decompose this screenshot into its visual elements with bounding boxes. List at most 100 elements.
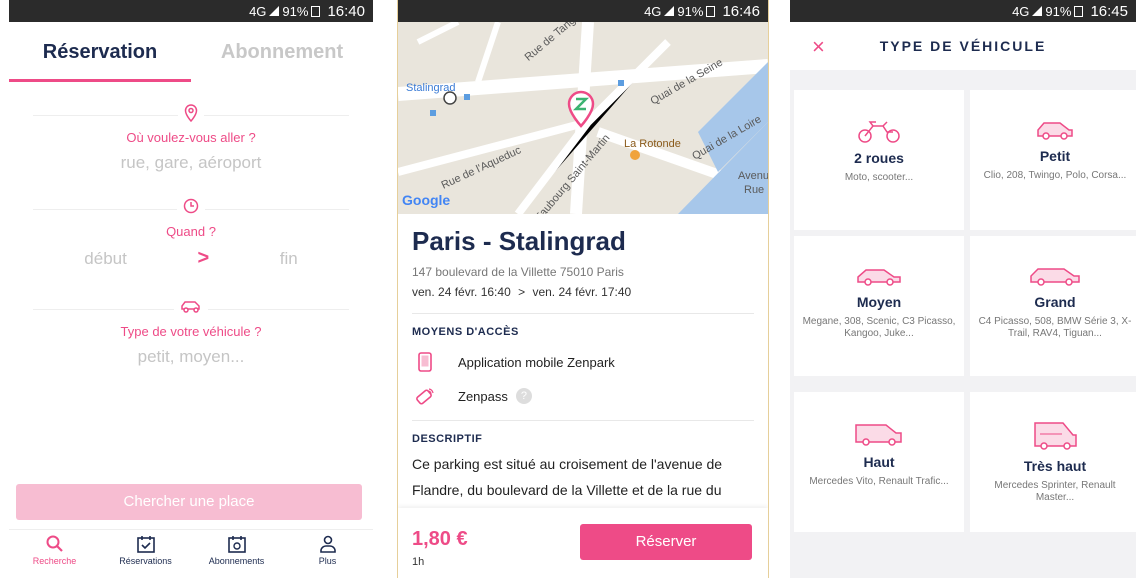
access-label: Application mobile Zenpark xyxy=(458,354,615,370)
chevron-right-icon: > xyxy=(518,285,526,299)
bottom-nav: Recherche Réservations Abonnements Plus xyxy=(9,529,373,578)
reserve-button[interactable]: Réserver xyxy=(580,524,752,560)
end-datetime: ven. 24 févr. 17:40 xyxy=(532,285,632,299)
search-screen: 4G 91% 16:40 Réservation Abonnement Où v… xyxy=(9,0,373,578)
clock: 16:46 xyxy=(722,2,760,20)
motorcycle-icon xyxy=(858,121,900,143)
battery-icon xyxy=(1074,5,1084,17)
clock: 16:40 xyxy=(327,2,365,20)
nav-reservations[interactable]: Réservations xyxy=(106,530,186,578)
google-logo: Google xyxy=(402,192,451,208)
booking-dates: ven. 24 févr. 16:40 > ven. 24 févr. 17:4… xyxy=(412,285,754,299)
vehicle-card-haut[interactable]: Haut Mercedes Vito, Renault Trafic... xyxy=(794,392,964,532)
map-label: Avenue xyxy=(738,170,768,182)
vehicle-grid: 2 roues Moto, scooter... Petit Clio, 208… xyxy=(790,70,1136,578)
large-car-icon xyxy=(1030,268,1080,286)
vehicle-header: × TYPE DE VÉHICULE xyxy=(790,22,1136,71)
where-section[interactable]: Où voulez-vous aller ? rue, gare, aéropo… xyxy=(9,104,373,173)
end-date-input[interactable]: fin xyxy=(280,249,298,269)
network-indicator: 4G xyxy=(249,3,267,19)
vehicle-examples: Mercedes Sprinter, Renault Master... xyxy=(994,480,1116,503)
van-icon xyxy=(855,424,902,446)
search-icon xyxy=(46,535,63,552)
clock-icon xyxy=(177,198,205,220)
nav-abonnements[interactable]: Abonnements xyxy=(197,530,277,578)
nav-label: Abonnements xyxy=(208,556,265,566)
when-section: Quand ? début > fin xyxy=(9,198,373,270)
where-label: Où voulez-vous aller ? xyxy=(126,130,256,145)
map[interactable]: Stalingrad Rue de Tanger Quai de la Sein… xyxy=(398,22,768,214)
vehicle-card-petit[interactable]: Petit Clio, 208, Twingo, Polo, Corsa... xyxy=(970,90,1136,230)
nav-label: Recherche xyxy=(32,556,77,566)
map-label: La Rotonde xyxy=(624,138,681,150)
map-label: Rue xyxy=(744,184,765,196)
map-label: Stalingrad xyxy=(406,82,456,94)
vehicle-name: Moyen xyxy=(856,294,902,310)
vehicle-examples: Moto, scooter... xyxy=(844,172,914,183)
battery-level: 91% xyxy=(677,3,704,19)
page-title: TYPE DE VÉHICULE xyxy=(879,38,1047,54)
status-bar: 4G 91% 16:40 xyxy=(9,0,373,22)
calendar-check-icon xyxy=(136,536,155,553)
access-item-zenpass: Zenpass ? xyxy=(412,386,754,406)
vehicle-section[interactable]: Type de votre véhicule ? petit, moyen... xyxy=(9,298,373,367)
access-item-app: Application mobile Zenpark xyxy=(412,352,754,372)
start-datetime: ven. 24 févr. 16:40 xyxy=(412,285,511,299)
description-text: Ce parking est situé au croisement de l'… xyxy=(412,456,723,498)
vehicle-type-screen: 4G 91% 16:45 × TYPE DE VÉHICULE 2 roues … xyxy=(790,0,1136,578)
status-bar: 4G 91% 16:45 xyxy=(790,0,1136,22)
vehicle-card-tres-haut[interactable]: Très haut Mercedes Sprinter, Renault Mas… xyxy=(970,392,1136,532)
parking-address: 147 boulevard de la Villette 75010 Paris xyxy=(412,265,624,279)
booking-footer: 1,80 € 1h Réserver xyxy=(398,508,768,578)
signal-icon xyxy=(269,6,280,16)
zenpass-icon xyxy=(412,386,438,406)
chevron-right-icon: > xyxy=(197,247,210,269)
info-icon[interactable]: ? xyxy=(515,388,532,404)
battery-icon xyxy=(706,5,716,17)
vehicle-card-moyen[interactable]: Moyen Megane, 308, Scenic, C3 Picasso, K… xyxy=(794,236,964,376)
tab-reservation[interactable]: Réservation xyxy=(9,22,191,82)
nav-plus[interactable]: Plus xyxy=(288,530,368,578)
signal-icon xyxy=(1032,6,1043,16)
location-pin-icon xyxy=(178,104,204,126)
start-date-input[interactable]: début xyxy=(84,249,127,269)
where-input[interactable]: rue, gare, aéroport xyxy=(9,153,373,173)
network-indicator: 4G xyxy=(644,3,662,19)
calendar-repeat-icon xyxy=(227,536,246,553)
battery-level: 91% xyxy=(282,3,309,19)
parking-info: Paris - Stalingrad 147 boulevard de la V… xyxy=(398,214,768,503)
vehicle-card-2-roues[interactable]: 2 roues Moto, scooter... xyxy=(794,90,964,230)
small-car-icon xyxy=(1037,122,1073,140)
search-button[interactable]: Chercher une place xyxy=(16,484,362,520)
high-van-icon xyxy=(1034,422,1077,450)
vehicle-name: Haut xyxy=(863,454,895,470)
vehicle-label: Type de votre véhicule ? xyxy=(120,324,262,339)
vehicle-name: Grand xyxy=(1034,294,1076,310)
vehicle-examples: Mercedes Vito, Renault Trafic... xyxy=(809,476,949,487)
battery-icon xyxy=(311,5,321,17)
when-label: Quand ? xyxy=(166,224,216,239)
car-icon xyxy=(174,298,208,320)
phone-icon xyxy=(412,352,438,372)
access-heading: MOYENS D'ACCÈS xyxy=(412,326,519,338)
signal-icon xyxy=(664,6,675,16)
nav-recherche[interactable]: Recherche xyxy=(15,530,95,578)
vehicle-name: Très haut xyxy=(1023,458,1087,474)
tab-abonnement[interactable]: Abonnement xyxy=(191,22,373,82)
nav-label: Plus xyxy=(318,556,337,566)
clock: 16:45 xyxy=(1090,2,1128,20)
nav-label: Réservations xyxy=(119,556,172,566)
status-bar: 4G 91% 16:46 xyxy=(398,0,768,22)
vehicle-name: 2 roues xyxy=(854,150,904,166)
user-icon xyxy=(319,535,336,553)
parking-title: Paris - Stalingrad xyxy=(412,226,626,256)
close-icon[interactable]: × xyxy=(812,34,825,60)
parking-pin-icon[interactable] xyxy=(566,90,596,128)
parking-detail-screen: 4G 91% 16:46 Stalingrad Rue de Tanger Qu… xyxy=(397,0,769,578)
description-heading: DESCRIPTIF xyxy=(412,433,483,445)
vehicle-card-grand[interactable]: Grand C4 Picasso, 508, BMW Série 3, X-Tr… xyxy=(970,236,1136,376)
vehicle-examples: C4 Picasso, 508, BMW Série 3, X-Trail, R… xyxy=(978,316,1132,339)
network-indicator: 4G xyxy=(1012,3,1030,19)
vehicle-input[interactable]: petit, moyen... xyxy=(9,347,373,367)
access-label: Zenpass xyxy=(458,388,508,404)
